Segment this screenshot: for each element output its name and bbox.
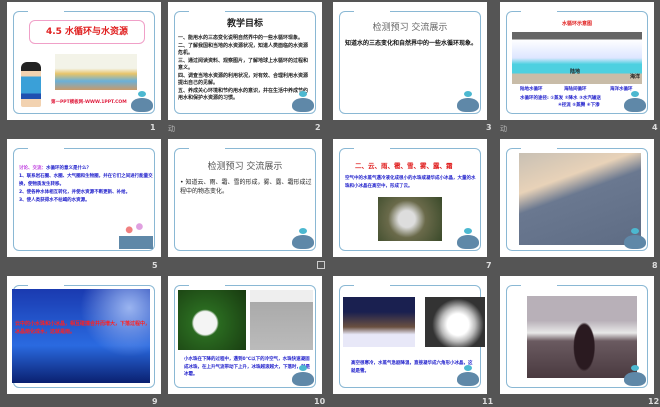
label: 陆地水循环 — [520, 87, 543, 92]
list-item: 二、了解我国和当地的水资源状况，知道人类面临的水资源危机。 — [178, 42, 309, 57]
slide-thumbnail-6[interactable]: 检测预习 交流展示 • 知道云、雨、霜、雪的形成，雾、露、霜形成过程中的物态变化… — [168, 139, 322, 257]
slide-body: 高空很寒冷，水蒸气急剧降温，直接凝华成六角形小冰晶，这就是雪。 — [351, 361, 473, 374]
slide-thumbnail-9[interactable]: 云中的小水珠和小冰晶，相互碰撞合并而增大，下落过程中，冰晶熔化成水，这就是雨。 — [7, 276, 161, 394]
list-item: 一、能用水的三态变化说明自然界中的一些水循环现象。 — [178, 35, 304, 41]
list-item: 四、调查当地水资源的利用状况，对有效、合理利用水资源提出自己的见解。 — [178, 72, 309, 87]
animation-icon[interactable]: 动 — [168, 124, 175, 134]
slide-number: 5 — [152, 261, 158, 270]
hailstone-photo — [178, 290, 246, 350]
slide-number: 10 — [314, 397, 326, 406]
rain-background-image — [12, 289, 150, 383]
slide-number: 9 — [152, 397, 158, 406]
snow-tree-photo — [425, 297, 485, 347]
water-cycle-image — [55, 54, 137, 90]
slide-number: 4 — [652, 123, 658, 132]
slide-thumbnail-3[interactable]: 检测预习 交流展示 知道水的三态变化和自然界中的一些水循环现象。 — [333, 2, 487, 120]
slide-thumbnail-7[interactable]: 二、云、雨、雹、雪、雾、露、霜 空气中的水蒸气遇冷液化成很小的水珠或凝华成小冰晶… — [333, 139, 487, 257]
flowers-image — [119, 217, 153, 249]
slide-thumbnail-8[interactable] — [500, 139, 654, 257]
whale-icon — [131, 91, 153, 112]
bullet-text: 知道云、雨、霜、雪的形成，雾、露、霜形成过程中的物态变化。 — [180, 179, 312, 195]
objectives-list: 一、能用水的三态变化说明自然界中的一些水循环现象。 二、了解我国和当地的水资源状… — [178, 35, 312, 103]
whale-icon — [624, 91, 646, 112]
label: 海洋水循环 — [610, 87, 633, 92]
slide-thumbnail-12[interactable] — [500, 276, 654, 394]
child-in-snow-photo — [527, 296, 637, 378]
list-item: 三、通过阅读资料、观察图片，了解地球上水循环的过程和意义。 — [178, 57, 309, 72]
whale-icon — [457, 228, 479, 249]
title-box: 4.5 水循环与水资源 — [29, 20, 145, 44]
slide-number: 3 — [486, 123, 492, 132]
slide-body: 云中的小水珠和小冰晶，相互碰撞合并而增大，下落过程中，冰晶熔化成水，这就是雨。 — [15, 321, 151, 335]
slide-title: 检测预习 交流展示 — [372, 23, 448, 33]
running-person-photo — [250, 290, 313, 350]
label-ocean: 海洋 — [630, 74, 641, 80]
whale-icon — [457, 91, 479, 112]
whale-icon — [292, 365, 314, 386]
label: 海陆间循环 — [564, 87, 587, 92]
slide-title: 二、云、雨、雹、雪、雾、露、霜 — [355, 162, 453, 170]
slide-thumbnail-1[interactable]: 4.5 水循环与水资源 第一PPT模板网-WWW.1PPT.COM — [7, 2, 161, 120]
question: 水循环的意义是什么？ — [46, 166, 91, 171]
list-item: 1、联系岩石圈、水圈、大气圈和生物圈，并在它们之间进行能量交换，使物质发生转移。 — [19, 174, 153, 187]
animation-icon[interactable]: 动 — [500, 124, 507, 134]
hail-photo — [378, 197, 442, 241]
label-land: 陆地 — [570, 69, 581, 75]
teacher-illustration — [21, 62, 41, 107]
slide-body: • 知道云、雨、霜、雪的形成，雾、露、霜形成过程中的物态变化。 — [180, 179, 312, 195]
slide-body: 知道水的三态变化和自然界中的一些水循环现象。 — [345, 40, 478, 47]
slide-thumbnail-11[interactable]: 高空很寒冷，水蒸气急剧降温，直接凝华成六角形小冰晶，这就是雪。 — [333, 276, 487, 394]
footer-text: 第一PPT模板网-WWW.1PPT.COM — [51, 100, 127, 105]
slide-number: 8 — [652, 261, 658, 270]
whale-icon — [624, 228, 646, 249]
slide-number: 1 — [150, 123, 156, 132]
slide-title: 检测预习 交流展示 — [207, 162, 283, 172]
slide-thumbnail-4[interactable]: 水循环示意图 陆地 海洋 陆地水循环 海陆间循环 海洋水循环 水循环的途径: ①… — [500, 2, 654, 120]
cloud-photo — [519, 153, 641, 245]
slide-body: 空气中的水蒸气遇冷液化成很小的水珠或凝华成小冰晶，大量的水珠和小冰晶在高空中，形… — [345, 176, 476, 189]
list-item: 2、使各种水体相互转化，并使水资源不断更新、补给。 — [19, 190, 131, 195]
whale-icon — [292, 228, 314, 249]
slide-number: 2 — [315, 123, 321, 132]
list-item: 五、养成关心环境和节约用水的意识，并在生活中养成节约用水和保护水资源的习惯。 — [178, 87, 309, 102]
slide-number: 12 — [648, 397, 660, 406]
slide-title: 教学目标 — [226, 19, 263, 29]
whale-icon — [624, 365, 646, 386]
slide-body: 讨论、交流：水循环的意义是什么？ 1、联系岩石圈、水圈、大气圈和生物圈，并在它们… — [19, 165, 155, 205]
question-label: 讨论、交流： — [19, 166, 46, 171]
slide-thumbnail-10[interactable]: 小水珠在下降的过程中，遇到0℃以下的冷空气，水珠快速凝固成冰珠，在上升气流带动下… — [168, 276, 322, 394]
slide-transition-icon[interactable] — [317, 261, 325, 269]
slide-thumbnail-5[interactable]: 讨论、交流：水循环的意义是什么？ 1、联系岩石圈、水圈、大气圈和生物圈，并在它们… — [7, 139, 161, 257]
snow-house-photo — [343, 297, 415, 347]
label: ④径流 ⑤蒸腾 ⑥下渗 — [558, 103, 600, 108]
slide-title: 水循环示意图 — [561, 21, 592, 27]
slide-number: 7 — [486, 261, 492, 270]
slide-thumbnail-2[interactable]: 教学目标 一、能用水的三态变化说明自然界中的一些水循环现象。 二、了解我国和当地… — [168, 2, 322, 120]
whale-icon — [292, 91, 314, 112]
whale-icon — [457, 365, 479, 386]
slide-number: 11 — [482, 397, 494, 406]
list-item: 3、使人类获得水不枯竭的水资源。 — [19, 198, 90, 203]
